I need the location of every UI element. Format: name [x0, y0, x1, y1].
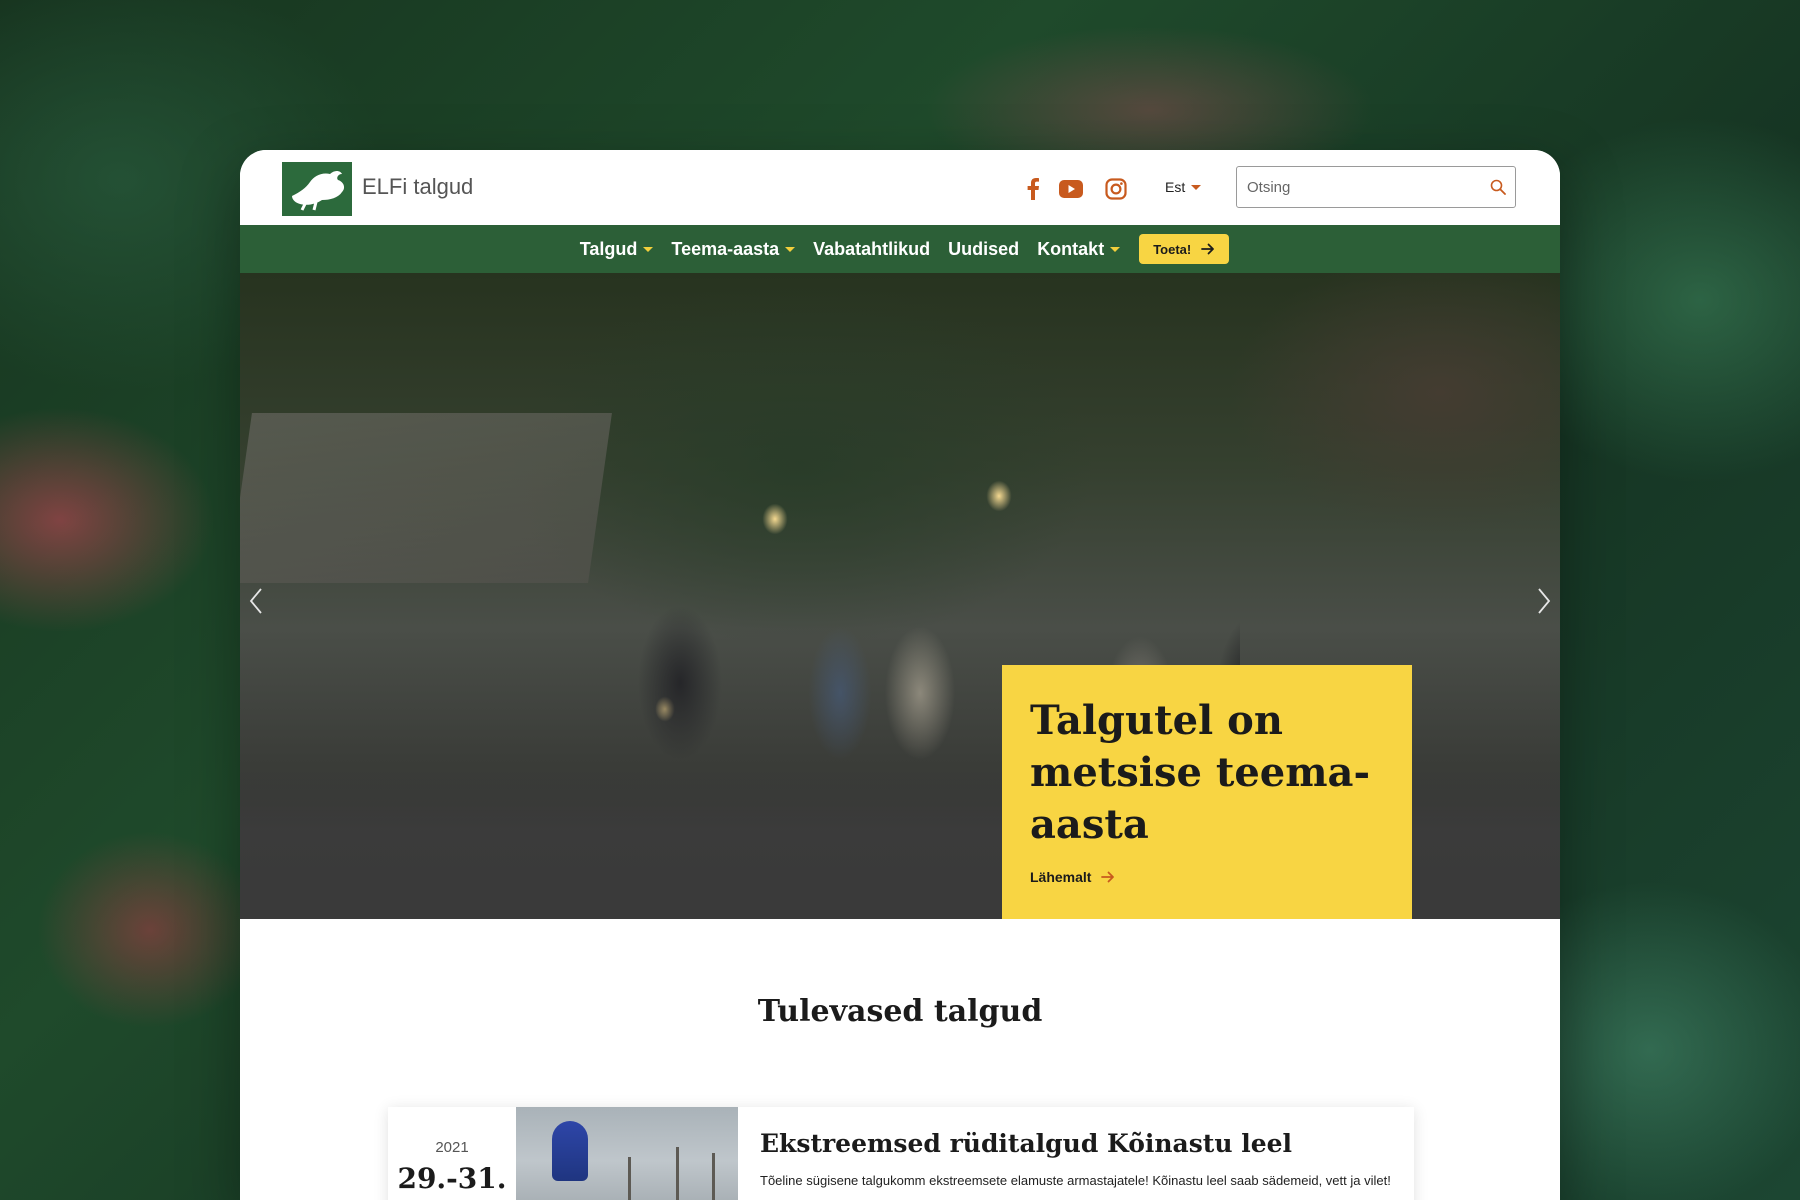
hero-title: Talgutel on metsise teema-aasta [1030, 697, 1371, 848]
carousel-prev-button[interactable] [244, 583, 268, 619]
section-title: Tulevased talgud [757, 994, 1043, 1029]
chevron-left-icon [249, 588, 262, 614]
hero-link-label: Lähemalt [1030, 869, 1092, 885]
language-selector[interactable]: Est [1165, 179, 1202, 195]
chevron-right-icon [1538, 588, 1551, 614]
nav-item-vabatahtlikud[interactable]: Vabatahtlikud [804, 239, 939, 260]
search-box [1236, 166, 1516, 208]
instagram-icon[interactable] [1103, 176, 1129, 202]
event-date: 2021 29.-31. [388, 1107, 516, 1200]
chevron-down-icon [643, 246, 654, 252]
language-label: Est [1165, 179, 1186, 195]
upcoming-events-section: Tulevased talgud 2021 29.-31. Ekstreemse… [240, 919, 1560, 1200]
carousel-next-button[interactable] [1532, 583, 1556, 619]
chevron-down-icon [785, 246, 796, 252]
chevron-down-icon [1110, 246, 1121, 252]
nav-item-talgud[interactable]: Talgud [571, 239, 663, 260]
nav-item-label: Vabatahtlikud [813, 238, 931, 259]
event-image-person [552, 1121, 588, 1181]
facebook-icon[interactable] [1020, 176, 1046, 202]
event-description: Tõeline sügisene talgukomm ekstreemsete … [760, 1173, 1391, 1188]
event-card[interactable]: 2021 29.-31. Ekstreemsed rüditalgud Kõin… [388, 1107, 1414, 1200]
chevron-down-icon [1191, 184, 1202, 190]
hero-photo-roof [240, 413, 612, 583]
event-image-post [676, 1147, 679, 1200]
browser-window: ELFi talgud Est Talgud Teema-aasta [240, 150, 1560, 1200]
event-title[interactable]: Ekstreemsed rüditalgud Kõinastu leel [760, 1129, 1394, 1158]
hero-caption-card: Talgutel on metsise teema-aasta Lähemalt [1002, 665, 1412, 919]
hero-read-more-link[interactable]: Lähemalt [1030, 869, 1384, 885]
site-title[interactable]: ELFi talgud [362, 174, 473, 200]
event-image[interactable] [516, 1107, 738, 1200]
arrow-right-icon [1101, 871, 1115, 883]
event-image-post [712, 1153, 715, 1200]
hero-carousel: Talgutel on metsise teema-aasta Lähemalt [240, 273, 1560, 919]
nav-item-label: Kontakt [1037, 238, 1105, 259]
capercaillie-logo-icon [292, 171, 345, 211]
nav-item-uudised[interactable]: Uudised [939, 239, 1028, 260]
search-icon[interactable] [1481, 179, 1515, 195]
event-days: 29.-31. [397, 1162, 507, 1195]
donate-label: Toeta! [1153, 241, 1192, 257]
arrow-right-icon [1201, 243, 1215, 255]
nav-item-kontakt[interactable]: Kontakt [1028, 239, 1129, 260]
nav-item-teema-aasta[interactable]: Teema-aasta [662, 239, 804, 260]
main-nav: Talgud Teema-aasta Vabatahtlikud Uudised… [240, 225, 1560, 273]
top-bar: ELFi talgud Est [240, 150, 1560, 225]
event-image-post [628, 1157, 631, 1200]
nav-item-label: Talgud [579, 238, 638, 259]
nav-item-label: Uudised [948, 238, 1020, 259]
donate-button[interactable]: Toeta! [1139, 234, 1230, 264]
event-year: 2021 [435, 1139, 469, 1156]
elf-logo[interactable] [282, 162, 352, 216]
nav-item-label: Teema-aasta [671, 238, 780, 259]
search-input[interactable] [1237, 167, 1481, 207]
youtube-icon[interactable] [1058, 176, 1084, 202]
event-body: Ekstreemsed rüditalgud Kõinastu leel Tõe… [738, 1107, 1414, 1200]
